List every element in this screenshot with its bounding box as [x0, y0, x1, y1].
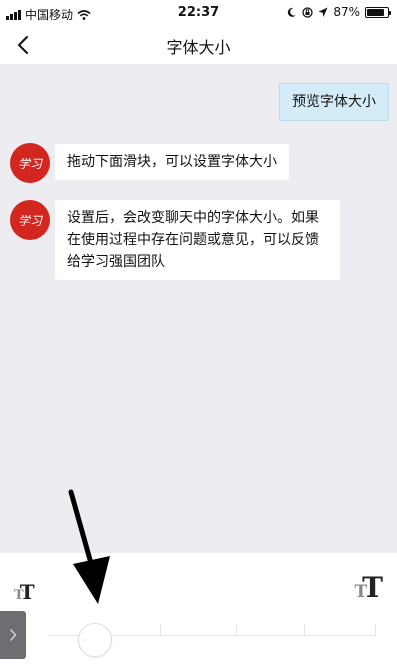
message-text: 拖动下面滑块，可以设置字体大小	[67, 154, 277, 170]
battery-percent: 87%	[333, 5, 360, 19]
side-expand-handle[interactable]	[0, 611, 26, 659]
battery-level-fill	[367, 8, 385, 16]
location-arrow-icon	[318, 7, 328, 17]
small-font-icon: TT	[14, 580, 35, 604]
chevron-right-icon	[10, 629, 17, 641]
avatar: 学习	[10, 200, 50, 240]
avatar-logo: 学习	[17, 213, 42, 228]
status-bar: 中国移动 22:37 87%	[0, 0, 397, 26]
message-text: 设置后，会改变聊天中的字体大小。如果在使用过程中存在问题或意见，可以反馈给学习强…	[67, 210, 319, 270]
large-font-icon: TT	[355, 571, 384, 604]
message-bubble-2: 设置后，会改变聊天中的字体大小。如果在使用过程中存在问题或意见，可以反馈给学习强…	[55, 200, 340, 280]
battery-icon	[365, 6, 391, 18]
status-right: 87%	[286, 5, 391, 19]
preview-bubble: 预览字体大小	[279, 83, 389, 121]
font-size-slider-thumb[interactable]	[78, 623, 112, 657]
small-t: T	[19, 580, 35, 604]
slider-tick	[304, 625, 305, 635]
message-bubble-1: 拖动下面滑块，可以设置字体大小	[55, 144, 289, 180]
chat-preview-area: 预览字体大小 学习 拖动下面滑块，可以设置字体大小 学习 设置后，会改变聊天中的…	[0, 64, 397, 553]
font-size-panel: TT TT	[0, 553, 397, 672]
large-t: T	[362, 571, 383, 604]
preview-text: 预览字体大小	[292, 94, 376, 110]
slider-tick	[236, 625, 237, 635]
slider-tick	[375, 625, 376, 635]
slider-tick	[160, 625, 161, 635]
page-title: 字体大小	[166, 38, 231, 57]
rotation-lock-icon	[302, 6, 313, 18]
moon-icon	[288, 7, 297, 17]
avatar-logo: 学习	[17, 156, 42, 171]
avatar: 学习	[10, 143, 50, 183]
nav-bar: 字体大小	[0, 26, 397, 64]
